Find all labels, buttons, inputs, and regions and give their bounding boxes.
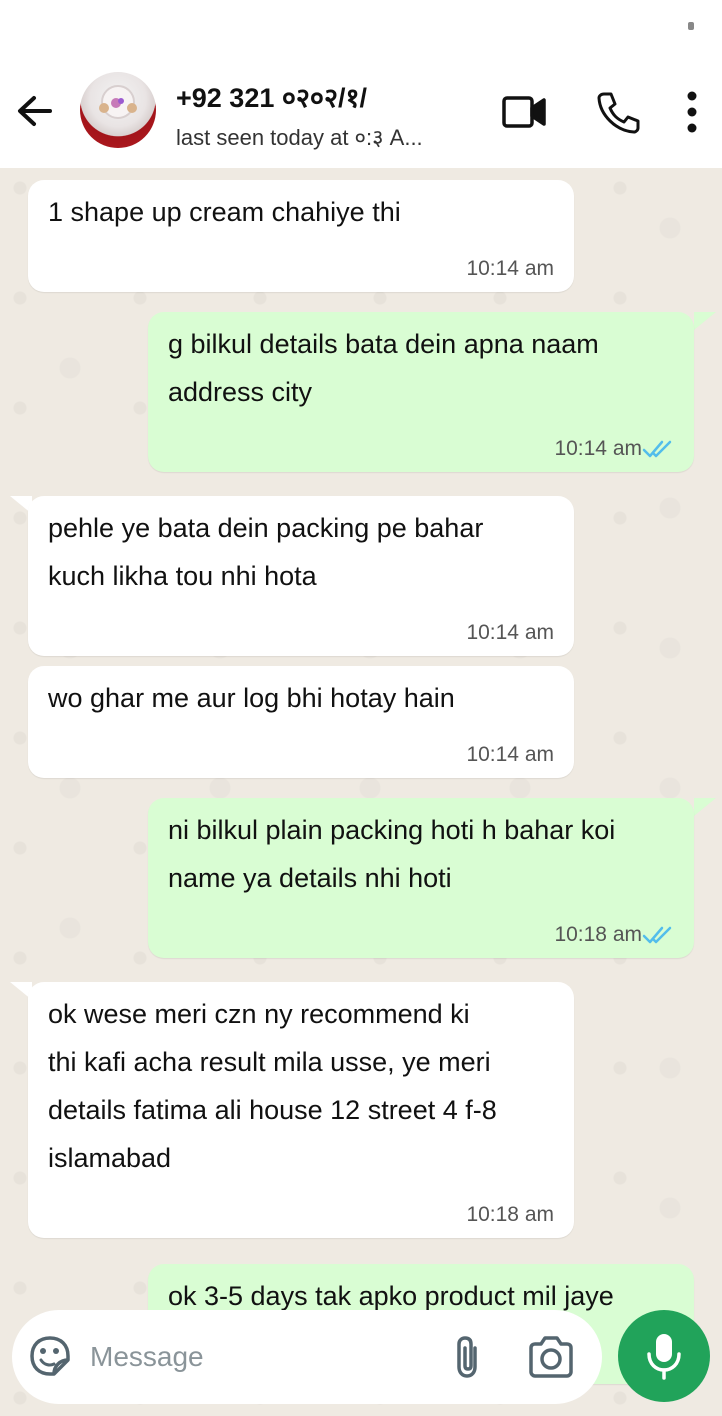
phone-icon — [597, 92, 640, 134]
more-options-button[interactable] — [668, 88, 716, 136]
voice-message-button[interactable] — [618, 1310, 710, 1402]
incoming-message[interactable]: wo ghar me aur log bhi hotay hain 10:14 … — [28, 666, 574, 778]
message-text: ok wese meri czn ny recommend ki thi kaf… — [48, 999, 497, 1173]
message-text: ni bilkul plain packing hoti h bahar koi… — [168, 815, 616, 893]
message-text: 1 shape up cream chahiye thi — [48, 197, 401, 227]
back-button[interactable] — [14, 90, 56, 132]
video-camera-icon — [502, 96, 546, 128]
read-ticks-icon — [642, 440, 672, 458]
voice-call-button[interactable] — [594, 88, 642, 136]
message-text: g bilkul details bata dein apna naam add… — [168, 329, 599, 407]
emoji-sticker-icon — [30, 1336, 70, 1376]
incoming-message[interactable]: ok wese meri czn ny recommend ki thi kaf… — [28, 982, 574, 1238]
message-composer — [12, 1310, 602, 1404]
contact-name[interactable]: +92 321 ०२०२/१/ — [176, 78, 367, 115]
camera-icon — [529, 1336, 573, 1378]
bubble-tail — [694, 312, 716, 330]
video-call-button[interactable] — [500, 88, 548, 136]
microphone-icon — [647, 1334, 681, 1380]
status-indicator-icon — [688, 22, 694, 30]
message-text: wo ghar me aur log bhi hotay hain — [48, 683, 455, 713]
read-ticks-icon — [642, 926, 672, 944]
outgoing-message[interactable]: g bilkul details bata dein apna naam add… — [148, 312, 694, 472]
message-time: 10:14 am — [466, 621, 554, 644]
more-vertical-icon — [687, 91, 697, 133]
avatar-image-icon — [99, 85, 137, 119]
message-input[interactable] — [90, 1332, 430, 1382]
arrow-left-icon — [18, 96, 52, 126]
camera-button[interactable] — [526, 1332, 576, 1382]
bubble-tail — [694, 798, 716, 816]
outgoing-message[interactable]: ni bilkul plain packing hoti h bahar koi… — [148, 798, 694, 958]
attach-button[interactable] — [448, 1334, 488, 1380]
incoming-message[interactable]: pehle ye bata dein packing pe bahar kuch… — [28, 496, 574, 656]
message-text: pehle ye bata dein packing pe bahar kuch… — [48, 513, 484, 591]
incoming-message[interactable]: 1 shape up cream chahiye thi 10:14 am — [28, 180, 574, 292]
message-time: 10:14 am — [466, 743, 554, 766]
message-time: 10:14 am — [554, 437, 642, 460]
paperclip-icon — [457, 1336, 477, 1378]
emoji-button[interactable] — [28, 1334, 72, 1378]
message-time: 10:18 am — [554, 923, 642, 946]
chat-header: +92 321 ०२०२/१/ last seen today at ०:३ A… — [0, 60, 722, 168]
message-time: 10:18 am — [466, 1203, 554, 1226]
status-bar — [0, 0, 722, 60]
message-time: 10:14 am — [466, 257, 554, 280]
chat-area[interactable]: 1 shape up cream chahiye thi 10:14 am g … — [0, 168, 722, 1416]
last-seen-status: last seen today at ०:३ A... — [176, 125, 423, 150]
avatar[interactable] — [80, 72, 156, 148]
